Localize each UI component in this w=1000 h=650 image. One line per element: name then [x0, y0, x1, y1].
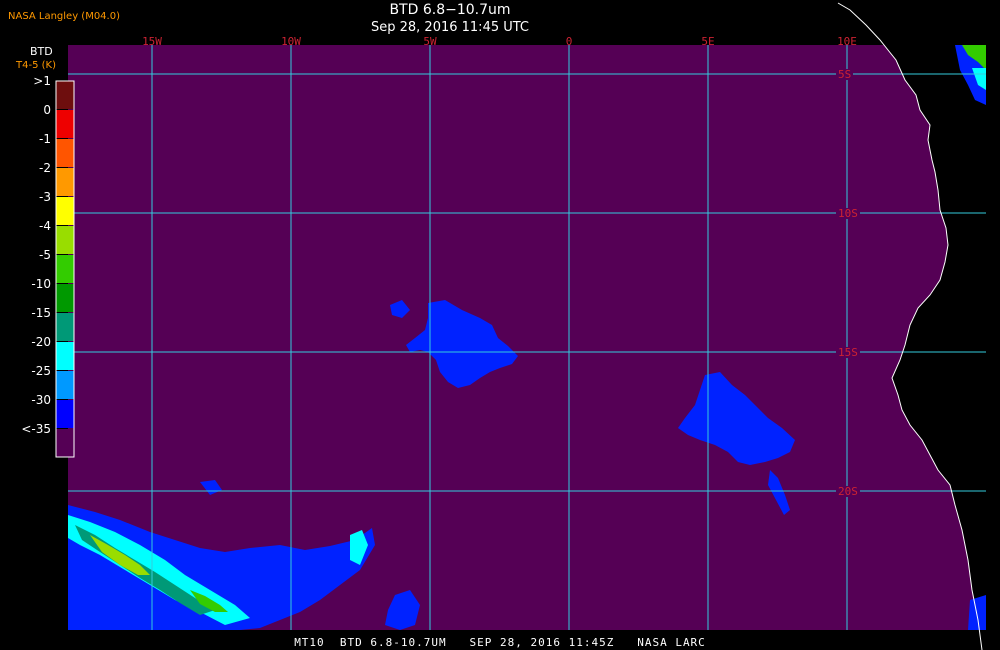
- satellite-image-viewer: NASA Langley (M04.0) BTD 6.8−10.7um Sep …: [0, 0, 1000, 650]
- legend-label: -2: [39, 161, 51, 175]
- legend-swatch: [56, 371, 74, 399]
- legend-label: -15: [31, 306, 51, 320]
- legend-label: -1: [39, 132, 51, 146]
- longitude-label: 5E: [701, 35, 715, 48]
- legend-label: <-35: [21, 422, 51, 436]
- legend-swatch: [56, 139, 74, 167]
- legend-swatch: [56, 313, 74, 341]
- map-background: [68, 45, 986, 630]
- legend-units: T4-5 (K): [16, 60, 56, 71]
- product-timestamp: Sep 28, 2016 11:45 UTC: [370, 20, 530, 35]
- legend-label: -5: [39, 248, 51, 262]
- legend-swatch: [56, 429, 74, 457]
- legend-label: >1: [33, 74, 51, 88]
- longitude-label: 10W: [281, 35, 301, 48]
- legend-label: -20: [31, 335, 51, 349]
- latitude-label: 5S: [836, 68, 854, 81]
- legend-swatch: [56, 255, 74, 283]
- longitude-label: 15W: [142, 35, 162, 48]
- legend-swatch: [56, 110, 74, 138]
- latitude-label: 15S: [836, 346, 860, 359]
- longitude-label: 10E: [837, 35, 857, 48]
- legend-swatch: [56, 400, 74, 428]
- legend-swatch: [56, 81, 74, 109]
- legend-label: 0: [43, 103, 51, 117]
- map-canvas: [55, 0, 1000, 650]
- legend-swatch: [56, 342, 74, 370]
- latitude-label: 10S: [836, 207, 860, 220]
- longitude-label: 0: [565, 35, 573, 48]
- footer-caption: MT10 BTD 6.8-10.7UM SEP 28, 2016 11:45Z …: [294, 636, 706, 649]
- legend-variable: BTD: [30, 45, 53, 58]
- legend-swatch: [56, 226, 74, 254]
- legend-label: -10: [31, 277, 51, 291]
- product-title: BTD 6.8−10.7um: [389, 2, 511, 18]
- color-scale-bar: [55, 80, 75, 458]
- longitude-label: 5W: [423, 35, 437, 48]
- legend-swatch: [56, 197, 74, 225]
- legend-label: -30: [31, 393, 51, 407]
- legend-label: -25: [31, 364, 51, 378]
- legend-swatch: [56, 168, 74, 196]
- latitude-label: 20S: [836, 485, 860, 498]
- legend-label: -3: [39, 190, 51, 204]
- legend-swatch: [56, 284, 74, 312]
- legend-label: -4: [39, 219, 51, 233]
